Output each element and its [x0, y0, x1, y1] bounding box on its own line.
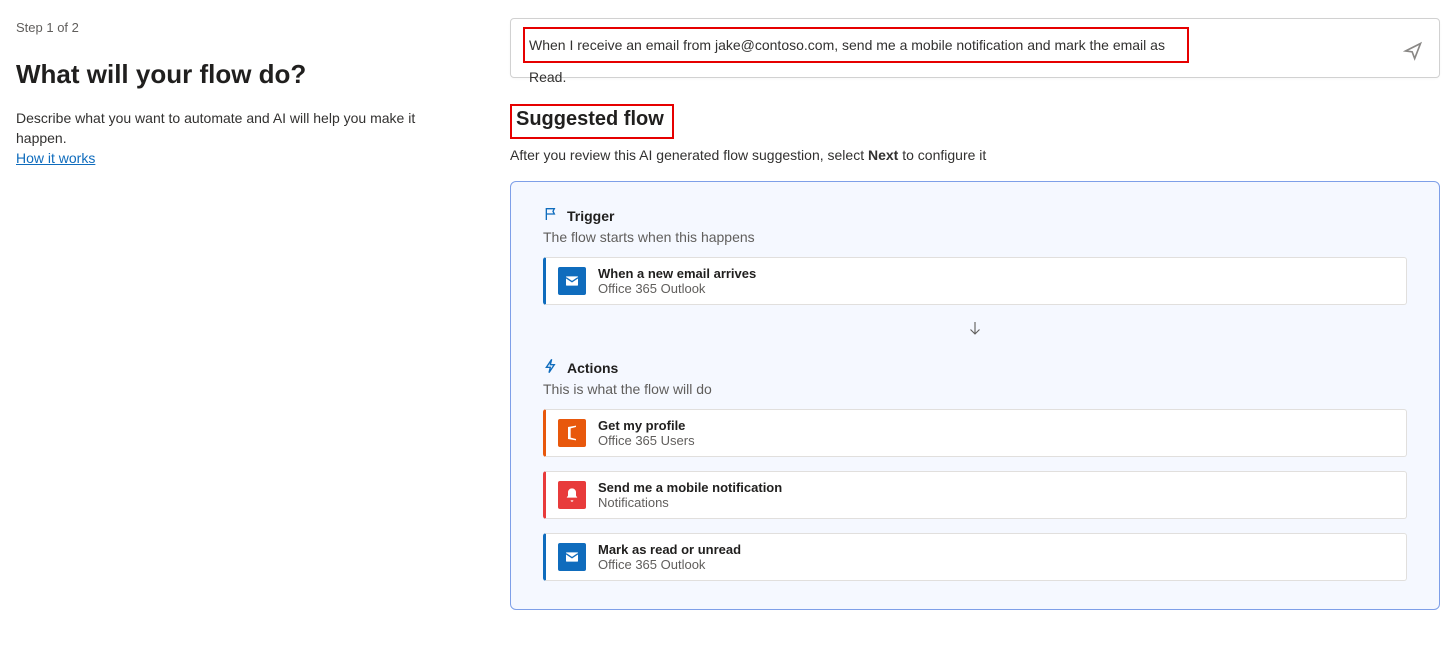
- suggested-desc-bold: Next: [868, 147, 898, 163]
- trigger-section-header: Trigger: [543, 206, 1407, 225]
- action-step-content: Get my profile Office 365 Users: [598, 418, 1394, 448]
- action-step-content: Mark as read or unread Office 365 Outloo…: [598, 542, 1394, 572]
- suggested-desc-before: After you review this AI generated flow …: [510, 147, 868, 163]
- action-step-content: Send me a mobile notification Notificati…: [598, 480, 1394, 510]
- flow-description-input[interactable]: When I receive an email from jake@contos…: [510, 18, 1440, 78]
- right-panel: When I receive an email from jake@contos…: [470, 0, 1456, 655]
- arrow-down-icon: [543, 319, 1407, 340]
- lightning-icon: [543, 358, 559, 377]
- suggested-heading: Suggested flow: [516, 108, 664, 131]
- flow-card: Trigger The flow starts when this happen…: [510, 181, 1440, 610]
- action-step-connector: Office 365 Users: [598, 433, 1394, 448]
- action-step-title: Send me a mobile notification: [598, 480, 1394, 495]
- send-icon[interactable]: [1403, 41, 1423, 61]
- how-it-works-link[interactable]: How it works: [16, 150, 95, 166]
- action-step-card[interactable]: Mark as read or unread Office 365 Outloo…: [543, 533, 1407, 581]
- bell-icon: [558, 481, 586, 509]
- page-description: Describe what you want to automate and A…: [16, 108, 454, 168]
- actions-subtitle: This is what the flow will do: [543, 381, 1407, 397]
- action-step-title: Get my profile: [598, 418, 1394, 433]
- page-title: What will your flow do?: [16, 59, 454, 90]
- action-step-title: Mark as read or unread: [598, 542, 1394, 557]
- trigger-step-connector: Office 365 Outlook: [598, 281, 1394, 296]
- flag-icon: [543, 206, 559, 225]
- step-label: Step 1 of 2: [16, 20, 454, 35]
- trigger-step-card[interactable]: When a new email arrives Office 365 Outl…: [543, 257, 1407, 305]
- actions-label: Actions: [567, 360, 618, 376]
- trigger-step-content: When a new email arrives Office 365 Outl…: [598, 266, 1394, 296]
- suggested-description: After you review this AI generated flow …: [510, 147, 1440, 163]
- input-text: When I receive an email from jake@contos…: [529, 37, 1165, 85]
- input-text-highlight: When I receive an email from jake@contos…: [523, 27, 1189, 63]
- office-icon: [558, 419, 586, 447]
- trigger-label: Trigger: [567, 208, 614, 224]
- actions-section-header: Actions: [543, 358, 1407, 377]
- outlook-icon: [558, 267, 586, 295]
- suggested-desc-after: to configure it: [898, 147, 986, 163]
- action-step-connector: Notifications: [598, 495, 1394, 510]
- suggested-heading-highlight: Suggested flow: [510, 104, 674, 139]
- trigger-step-title: When a new email arrives: [598, 266, 1394, 281]
- outlook-icon: [558, 543, 586, 571]
- trigger-subtitle: The flow starts when this happens: [543, 229, 1407, 245]
- page-desc-text: Describe what you want to automate and A…: [16, 110, 415, 146]
- action-step-card[interactable]: Send me a mobile notification Notificati…: [543, 471, 1407, 519]
- left-panel: Step 1 of 2 What will your flow do? Desc…: [0, 0, 470, 655]
- action-step-connector: Office 365 Outlook: [598, 557, 1394, 572]
- action-step-card[interactable]: Get my profile Office 365 Users: [543, 409, 1407, 457]
